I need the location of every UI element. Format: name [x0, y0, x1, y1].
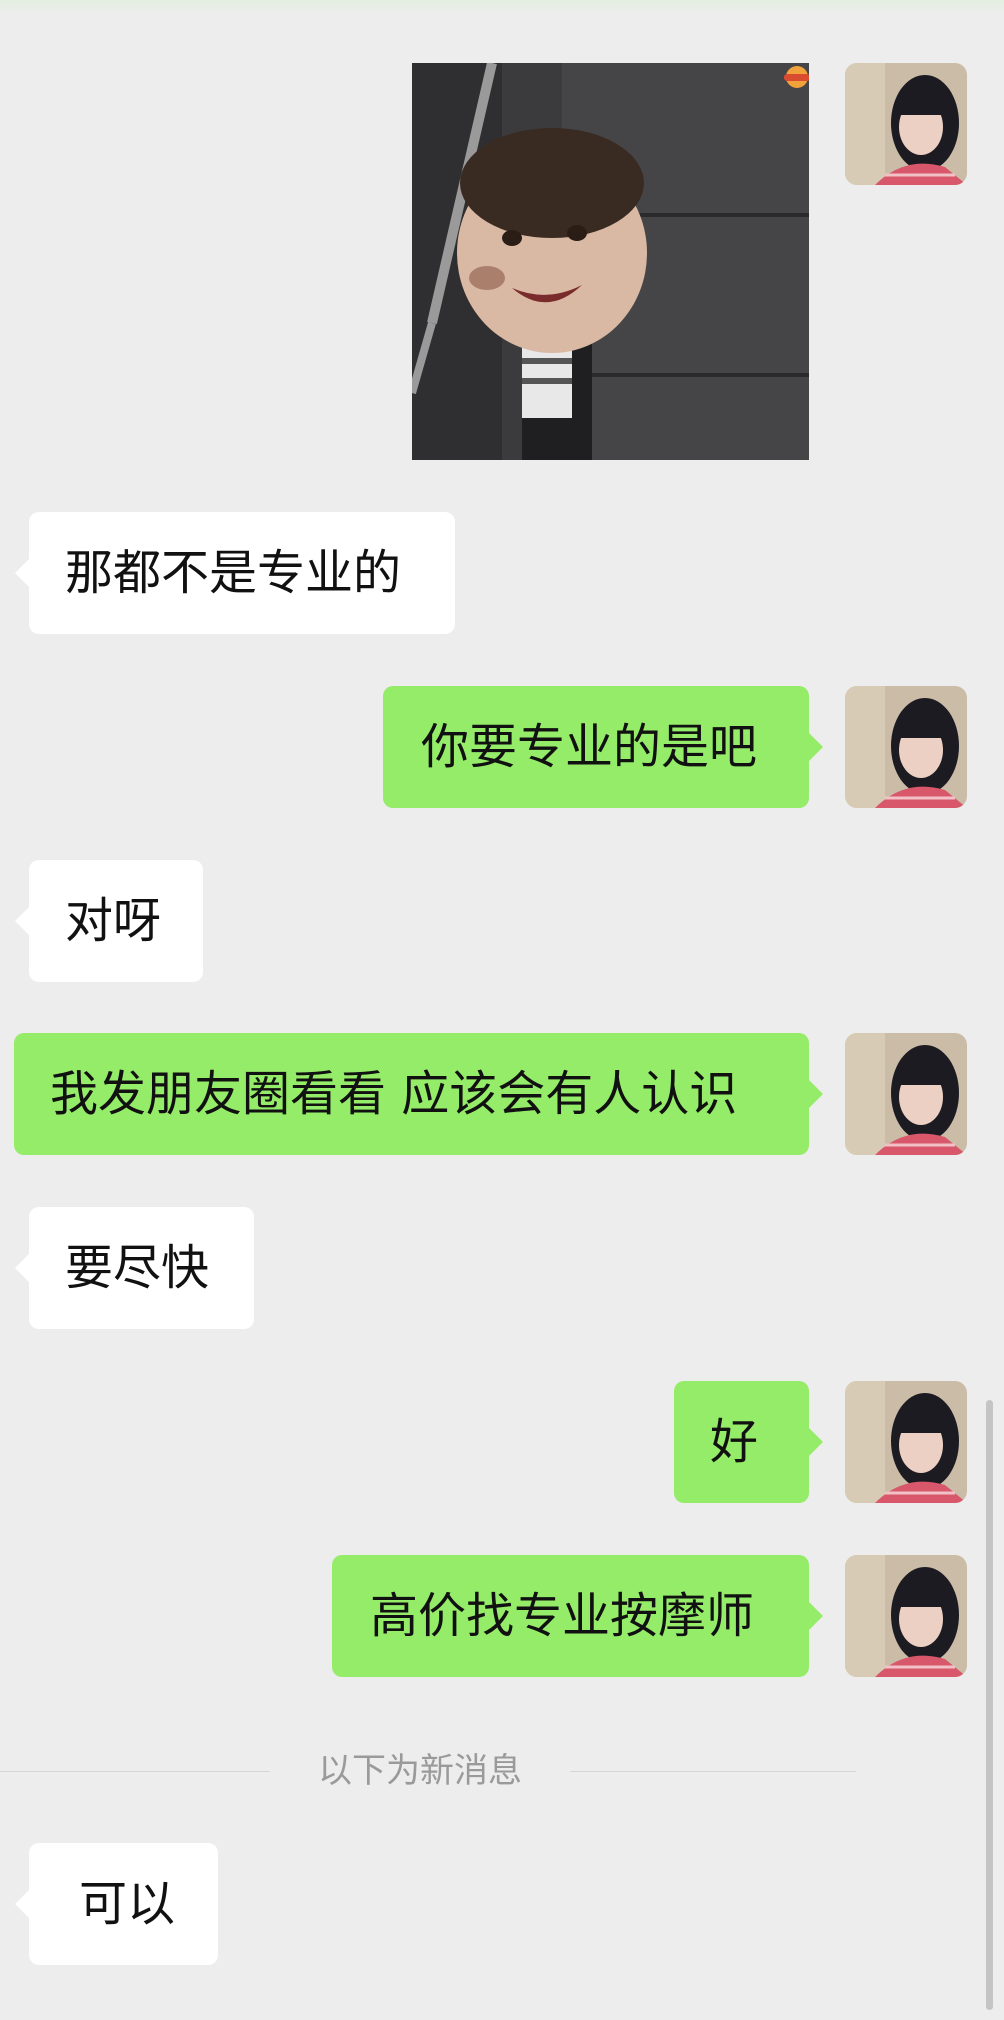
message-bubble-outgoing[interactable]: 好	[674, 1381, 823, 1503]
message-bubble-outgoing[interactable]: 高价找专业按摩师	[332, 1555, 823, 1677]
message-bubble-outgoing[interactable]: 我发朋友圈看看 应该会有人认识	[14, 1033, 823, 1155]
top-bar-edge	[0, 0, 1004, 14]
message-text: 可以	[79, 1876, 176, 1932]
message-bubble-incoming[interactable]: 那都不是专业的	[15, 512, 455, 634]
message-text: 对呀	[65, 893, 162, 949]
avatar-me[interactable]	[845, 1555, 967, 1677]
message-text: 好	[710, 1414, 759, 1470]
avatar-me[interactable]	[845, 686, 967, 808]
message-text: 高价找专业按摩师	[370, 1588, 755, 1644]
divider-line-left	[0, 1771, 270, 1772]
avatar-me[interactable]	[845, 1033, 967, 1155]
sticker-message[interactable]	[412, 63, 809, 460]
avatar-me[interactable]	[845, 1381, 967, 1503]
message-bubble-outgoing[interactable]: 你要专业的是吧	[383, 686, 823, 808]
message-bubble-incoming[interactable]: 对呀	[15, 860, 203, 982]
avatar-me[interactable]	[845, 63, 967, 185]
message-text: 那都不是专业的	[65, 545, 402, 601]
message-text: 你要专业的是吧	[421, 719, 758, 775]
new-messages-divider: 以下为新消息	[318, 1751, 522, 1791]
message-bubble-incoming[interactable]: 可以	[15, 1843, 218, 1965]
chat-screen: 那都不是专业的 你要专业的是吧 对呀 我发朋友圈看看 应该会有人认识 要尽快 好…	[0, 0, 1004, 2020]
divider-line-right	[570, 1771, 856, 1772]
scrollbar[interactable]	[986, 1400, 993, 2010]
message-text: 要尽快	[65, 1240, 210, 1296]
message-bubble-incoming[interactable]: 要尽快	[15, 1207, 254, 1329]
message-text: 我发朋友圈看看 应该会有人认识	[50, 1066, 738, 1122]
